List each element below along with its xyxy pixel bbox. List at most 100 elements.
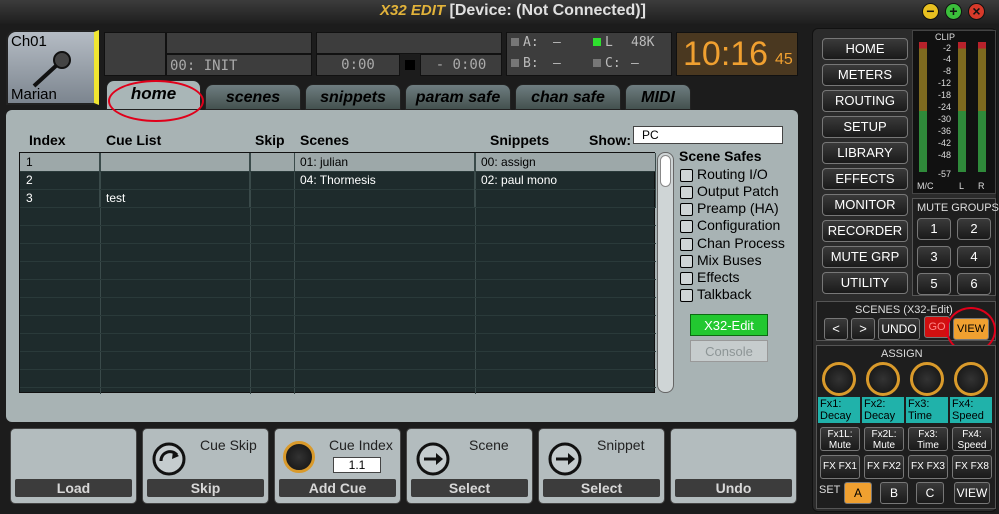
tab-chan-safe[interactable]: chan safe (515, 84, 621, 110)
fx-fx1-button[interactable]: FX FX1 (820, 455, 860, 479)
col-scenes[interactable]: Scenes (300, 132, 349, 148)
scene-control[interactable]: Scene Select (406, 428, 533, 504)
stop-icon (405, 60, 415, 70)
x32-edit-button[interactable]: X32-Edit (690, 314, 768, 336)
meter-scale: -4 (942, 54, 951, 64)
col-skip[interactable]: Skip (255, 132, 285, 148)
l-label: L (605, 35, 613, 50)
checkbox-chan-process[interactable] (680, 238, 693, 251)
lcd-top (166, 32, 312, 54)
fx-fx2-button[interactable]: FX FX2 (864, 455, 904, 479)
fx2-knob[interactable] (866, 362, 900, 396)
scene-select-button[interactable]: Select (411, 479, 528, 497)
scene-prev-button[interactable]: < (824, 318, 848, 340)
cell-scene: 01: julian (294, 153, 475, 171)
cue-index-knob[interactable] (283, 441, 315, 473)
meter-label-l: L (959, 181, 965, 191)
scene-undo-button[interactable]: UNDO (878, 318, 920, 340)
cue-table[interactable]: 1 01: julian 00: assign 2 04: Thormesis … (19, 152, 656, 394)
scrollbar-thumb[interactable] (660, 155, 671, 187)
fx3-time-button[interactable]: Fx3: Time (908, 427, 948, 451)
undo-control[interactable]: Undo (670, 428, 797, 504)
nav-setup[interactable]: SETUP (822, 116, 908, 138)
mute-group-4[interactable]: 4 (957, 246, 991, 268)
skip-button[interactable]: Skip (147, 479, 264, 497)
col-snippets[interactable]: Snippets (490, 132, 549, 148)
table-scrollbar[interactable] (657, 152, 674, 393)
snippet-select-button[interactable]: Select (543, 479, 660, 497)
mute-group-2[interactable]: 2 (957, 218, 991, 240)
checkbox-output-patch[interactable] (680, 186, 693, 199)
maximize-button[interactable]: + (945, 3, 962, 20)
checkbox-preamp[interactable] (680, 203, 693, 216)
nav-mute-grp[interactable]: MUTE GRP (822, 246, 908, 268)
add-cue-button[interactable]: Add Cue (279, 479, 396, 497)
channel-name: Marian (11, 86, 57, 103)
checkbox-talkback[interactable] (680, 289, 693, 302)
checkbox-configuration[interactable] (680, 220, 693, 233)
load-control[interactable]: Load (10, 428, 137, 504)
fx2-mute-button[interactable]: Fx2L: Mute (864, 427, 904, 451)
table-row[interactable]: 1 01: julian 00: assign (20, 153, 656, 171)
set-a-button[interactable]: A (844, 482, 872, 504)
scene-next-button[interactable]: > (851, 318, 875, 340)
table-row[interactable]: 2 04: Thormesis 02: paul mono (20, 171, 656, 189)
console-button[interactable]: Console (690, 340, 768, 362)
tab-snippets[interactable]: snippets (305, 84, 401, 110)
nav-recorder[interactable]: RECORDER (822, 220, 908, 242)
fx1-label: Fx1: Decay (818, 397, 860, 423)
set-c-button[interactable]: C (916, 482, 944, 504)
undo-button[interactable]: Undo (675, 479, 792, 497)
fx4-speed-button[interactable]: Fx4: Speed (952, 427, 992, 451)
fx1-mute-button[interactable]: Fx1L: Mute (820, 427, 860, 451)
col-index[interactable]: Index (29, 132, 66, 148)
nav-effects[interactable]: EFFECTS (822, 168, 908, 190)
nav-meters[interactable]: METERS (822, 64, 908, 86)
fx-label-line1: Fx1: (820, 398, 842, 410)
tab-scenes[interactable]: scenes (205, 84, 301, 110)
assign-view-button[interactable]: VIEW (954, 482, 990, 504)
cue-index-control[interactable]: Cue Index 1.1 Add Cue (274, 428, 401, 504)
mute-group-5[interactable]: 5 (917, 273, 951, 295)
close-button[interactable]: × (968, 3, 985, 20)
cell-scene: 04: Thormesis (294, 171, 475, 189)
mute-group-1[interactable]: 1 (917, 218, 951, 240)
fx-label-line1: Fx3: (908, 398, 930, 410)
nav-utility[interactable]: UTILITY (822, 272, 908, 294)
btn-line2: Mute (872, 440, 896, 451)
tab-param-safe[interactable]: param safe (405, 84, 511, 110)
title-bar: X32 EDIT [Device: (Not Connected)] − + × (0, 0, 999, 24)
nav-home[interactable]: HOME (822, 38, 908, 60)
nav-routing[interactable]: ROUTING (822, 90, 908, 112)
cue-index-value[interactable]: 1.1 (333, 457, 381, 473)
checkbox-effects[interactable] (680, 272, 693, 285)
fx-fx3-button[interactable]: FX FX3 (908, 455, 948, 479)
cell-snippet (475, 189, 656, 207)
fx4-knob[interactable] (954, 362, 988, 396)
channel-strip[interactable]: Ch01 Marian (6, 30, 99, 105)
meter-label-mc: M/C (917, 181, 934, 191)
checkbox-mix-buses[interactable] (680, 255, 693, 268)
checkbox-label: Preamp (HA) (697, 200, 779, 216)
set-b-button[interactable]: B (880, 482, 908, 504)
clip-label: CLIP (935, 32, 956, 42)
fx1-knob[interactable] (822, 362, 856, 396)
minimize-button[interactable]: − (922, 3, 939, 20)
cell-cue: test (100, 189, 250, 207)
table-row[interactable]: 3 test (20, 189, 656, 207)
nav-library[interactable]: LIBRARY (822, 142, 908, 164)
show-input[interactable]: PC (633, 126, 783, 144)
clock-time: 10:16 (683, 35, 769, 73)
mute-group-3[interactable]: 3 (917, 246, 951, 268)
nav-monitor[interactable]: MONITOR (822, 194, 908, 216)
snippet-control[interactable]: Snippet Select (538, 428, 665, 504)
checkbox-routing-io[interactable] (680, 169, 693, 182)
meter-scale: -30 (937, 114, 951, 124)
col-cue-list[interactable]: Cue List (106, 132, 161, 148)
load-button[interactable]: Load (15, 479, 132, 497)
mute-group-6[interactable]: 6 (957, 273, 991, 295)
cue-skip-control[interactable]: Cue Skip Skip (142, 428, 269, 504)
fx-fx8-button[interactable]: FX FX8 (952, 455, 992, 479)
tab-midi[interactable]: MIDI (625, 84, 691, 110)
fx3-knob[interactable] (910, 362, 944, 396)
